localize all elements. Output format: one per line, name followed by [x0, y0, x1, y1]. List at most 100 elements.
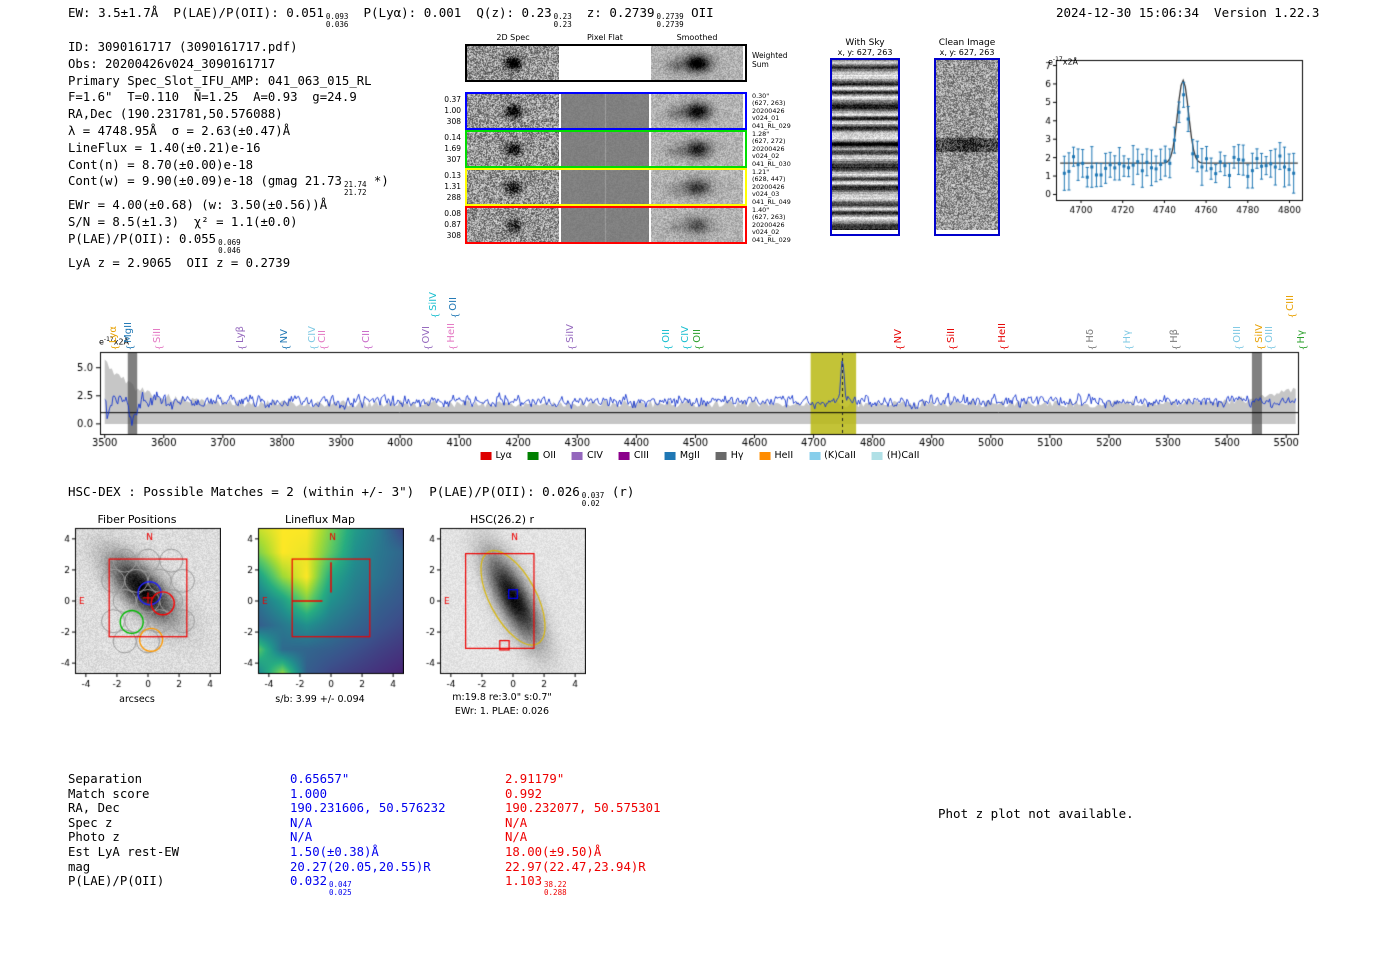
legend-label: Lyα — [495, 450, 512, 461]
match-row-value2-6-text: 22.97(22.47,23.94)R — [505, 859, 646, 874]
line-label-text: OII — [448, 297, 460, 311]
line-label-text: CII — [361, 330, 372, 343]
weight-value: 0.14 — [444, 133, 461, 142]
match-row-value2-7-stack: 38.22 0.288 — [544, 881, 567, 897]
line-label-SiIV: SiIV} — [427, 292, 441, 320]
line-label-text: SiIV — [428, 292, 440, 311]
spec2d-cell-2dspec — [467, 132, 559, 166]
hscdex-post: (r) — [604, 484, 635, 499]
fiber-id-line: 041_RL_030 — [752, 159, 791, 168]
spec2d-cell-smoothed — [651, 132, 743, 166]
qz-sub: 0.23 — [553, 20, 572, 29]
info-line-8: Cont(w) = 9.90(±0.09)e-18 (gmag 21.73 21.… — [68, 173, 389, 197]
info-line-6: LineFlux = 1.40(±0.21)e-16 — [68, 140, 261, 155]
match-row-value1-2: 190.231606, 50.576232 — [290, 801, 445, 815]
clean-image-title: Clean Image — [938, 38, 996, 48]
match-row-value2-1-text: 0.992 — [505, 786, 543, 801]
fiber-id-line: Sum — [752, 59, 769, 69]
match-row-value1-7-sub: 0.025 — [329, 888, 352, 898]
info-line-post: *) — [366, 174, 389, 189]
spec2d-cell-pixelflat — [561, 208, 649, 242]
spec2d-cell-smoothed — [651, 94, 743, 128]
lineflux-caption: s/b: 3.99 +/- 0.094 — [275, 694, 365, 705]
spec2d-cell-pixelflat — [561, 132, 649, 166]
weight-value: 0.87 — [444, 220, 461, 229]
photz-note: Phot z plot not available. — [938, 806, 1134, 821]
legend-label: CIII — [633, 450, 649, 461]
spec2d-left-label-4: 0.08 0.87 308 — [433, 208, 461, 241]
legend-label: (H)CaII — [886, 450, 920, 461]
match-row-value1-7: 0.032 0.047 0.025 — [290, 874, 352, 897]
line-label-text: CIII — [1284, 295, 1296, 311]
match-row-value2-2-text: 190.232077, 50.575301 — [505, 801, 661, 816]
fiber-id-line: 1.40" — [752, 206, 770, 214]
match-row-value1-0-text: 0.65657" — [290, 772, 350, 786]
line-label-text: OII — [661, 329, 673, 343]
info-line-stack: 21.74 21.72 — [344, 181, 367, 197]
match-row-value1-1-text: 1.000 — [290, 786, 328, 801]
weight-value: 1.31 — [444, 182, 461, 191]
line-label-text: Hγ — [1121, 329, 1133, 343]
fiber-id-line: 1.28" — [752, 130, 770, 138]
match-row-value2-4: N/A — [505, 830, 527, 844]
spec2d-header-smoothed: Smoothed — [676, 33, 718, 42]
legend-label: OII — [542, 450, 556, 461]
fiber-id-line: Weighted — [752, 51, 788, 60]
legend-swatch — [809, 451, 821, 460]
legend-item-CIV: CIV — [571, 450, 603, 461]
match-row-label-4-text: Photo z — [68, 830, 120, 845]
match-row-value2-5: 18.00(±9.50)Å — [505, 845, 601, 859]
legend-item-OII: OII — [527, 450, 556, 461]
match-row-value1-5-text: 1.50(±0.38)Å — [290, 845, 379, 859]
info-line-2: Primary Spec_Slot_IFU_AMP: 041_063_015_R… — [68, 73, 372, 88]
match-row-value1-6: 20.27(20.05,20.55)R — [290, 860, 431, 874]
match-row-value2-7-sub: 0.288 — [544, 888, 567, 898]
fiber-id-line: 20200426 — [752, 144, 785, 153]
legend-item-HeII: HeII — [759, 450, 793, 461]
with-sky-panel — [830, 58, 900, 236]
match-row-label-3: Spec z — [68, 816, 112, 830]
legend-swatch — [527, 451, 539, 460]
info-line-7: Cont(n) = 8.70(±0.00)e-18 — [68, 157, 254, 172]
line-label-text: OIII — [1231, 326, 1243, 343]
legend-swatch — [759, 451, 771, 460]
hsc-caption-1: m:19.8 re:3.0" s:0.7" — [452, 692, 552, 703]
legend-item-(K)CaII: (K)CaII — [809, 450, 856, 461]
legend-item-CIII: CIII — [618, 450, 649, 461]
match-row-value1-7-stack: 0.047 0.025 — [329, 881, 352, 897]
fiber-id-line: (627, 263) — [752, 213, 786, 222]
weight-value: 288 — [446, 193, 461, 202]
match-row-value2-0-text: 2.91179" — [505, 772, 565, 786]
spec2d-row-2 — [465, 130, 747, 168]
fiber-id-line: 0.30" — [752, 92, 770, 100]
line-label-text: OVI — [421, 325, 433, 344]
info-line-sub: 0.046 — [218, 245, 241, 255]
match-row-label-6-text: mag — [68, 859, 91, 874]
line-label-text: OII — [692, 329, 704, 343]
weight-value: 308 — [446, 117, 461, 126]
line-label-text: OIII — [1263, 326, 1275, 343]
info-line-11: P(LAE)/P(OII): 0.055 0.069 0.046 — [68, 231, 389, 255]
fiber-id-line: 20200426 — [752, 106, 785, 115]
match-row-label-0-text: Separation — [68, 772, 143, 786]
line-label-text: CIV — [680, 326, 691, 343]
legend-item-Hγ: Hγ — [715, 450, 744, 461]
match-row-label-1-text: Match score — [68, 786, 150, 801]
weight-value: 1.69 — [444, 144, 461, 153]
info-line-10: S/N = 8.5(±1.3) χ² = 1.1(±0.0) — [68, 215, 298, 230]
clean-image — [936, 60, 998, 230]
spec2d-header-pixelflat: Pixel Flat — [587, 33, 623, 42]
match-row-value1-3-text: N/A — [290, 815, 313, 830]
weight-value: 308 — [446, 231, 461, 240]
hsc-cutout-plot — [418, 524, 586, 692]
spec2d-right-label-4: 1.40" (627, 263) 20200426 v024_02 041_RL_029 — [752, 206, 822, 244]
match-row-label-2-text: RA, Dec — [68, 801, 120, 816]
hscdex-sub: 0.02 — [581, 499, 600, 508]
spec2d-row-4 — [465, 206, 747, 244]
match-row-value1-6-text: 20.27(20.05,20.55)R — [290, 859, 431, 874]
line-label-brace: } — [449, 312, 460, 319]
fiber-positions-plot — [53, 524, 221, 692]
legend-label: (K)CaII — [824, 450, 856, 461]
line-label-text: SiII — [945, 327, 957, 343]
line-label-brace: } — [1286, 312, 1297, 319]
